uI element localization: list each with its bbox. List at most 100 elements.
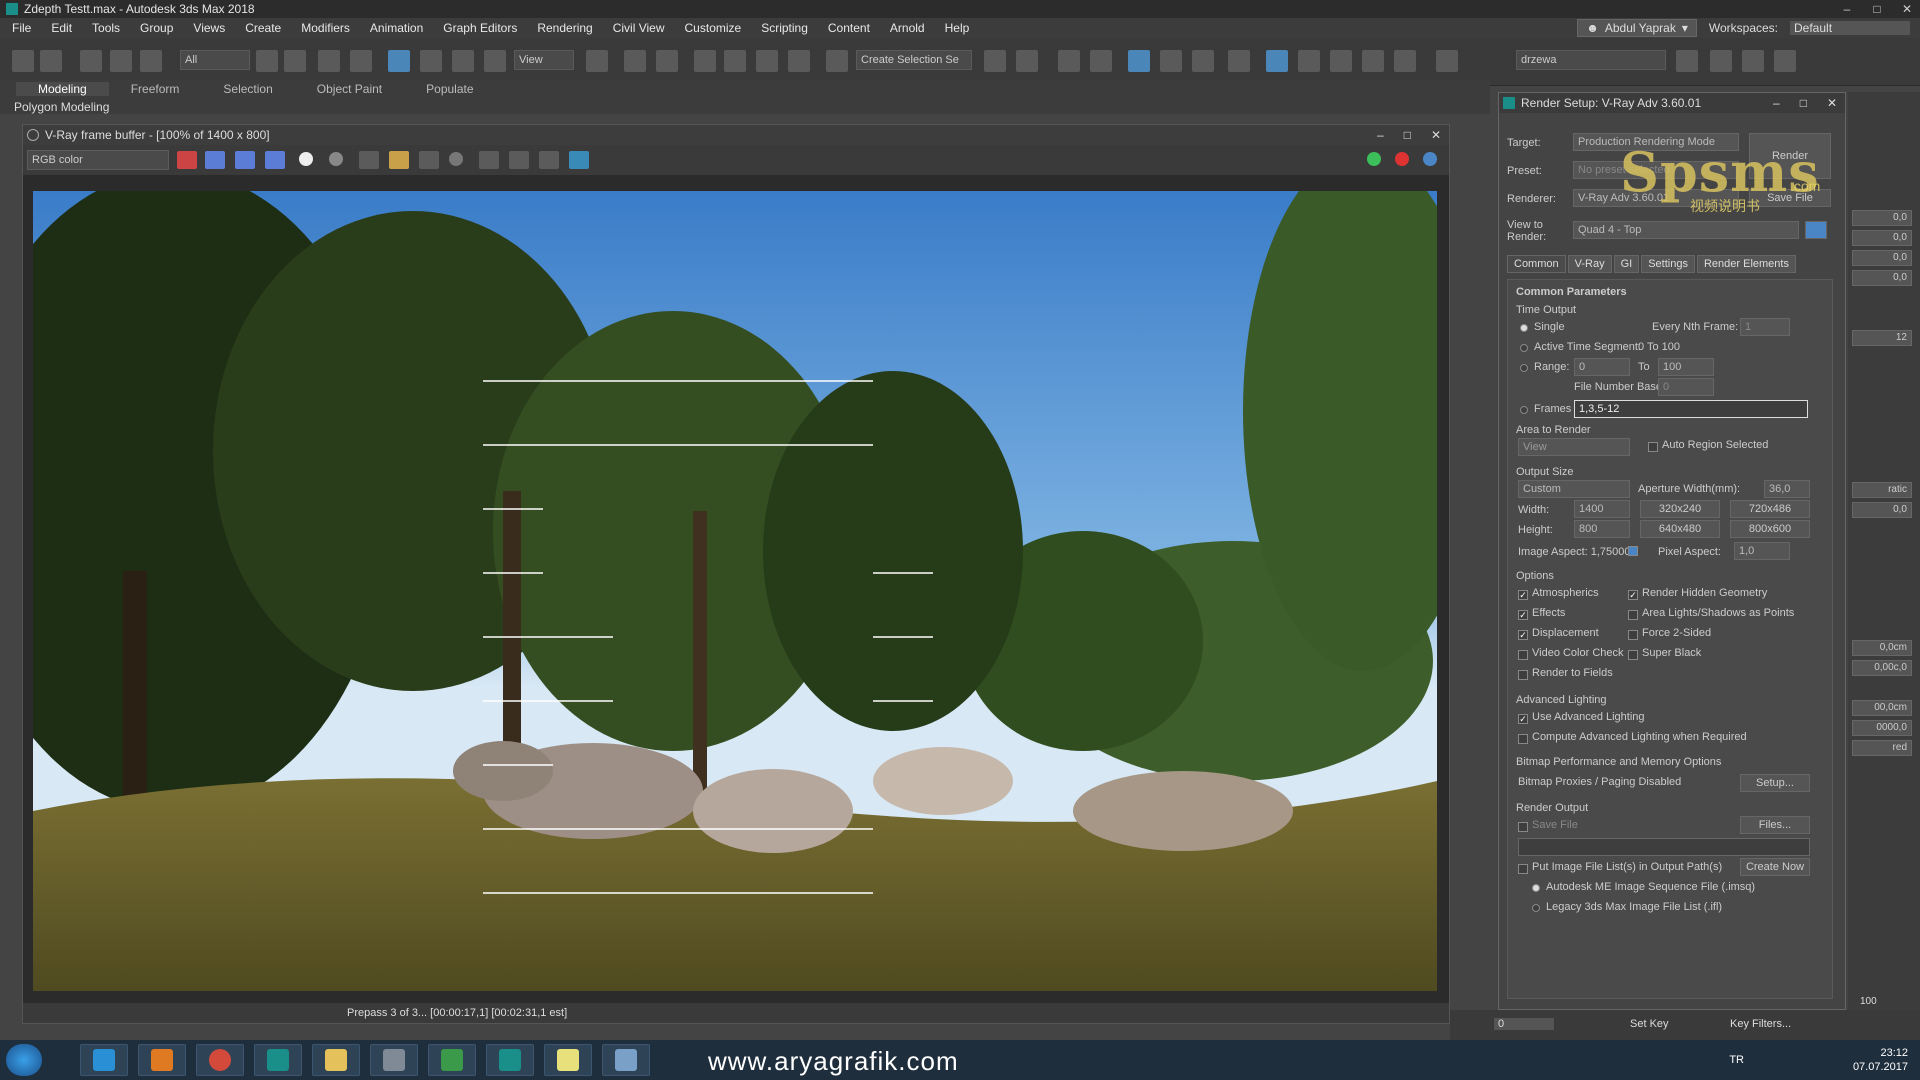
use-advanced-lighting-checkbox[interactable]: ✓ (1518, 714, 1528, 724)
taskbar-camera-icon[interactable] (370, 1044, 418, 1076)
material-editor-icon[interactable] (1228, 50, 1250, 72)
taskbar-chrome-icon[interactable] (196, 1044, 244, 1076)
lens-effects-icon[interactable] (539, 151, 559, 169)
setup-button[interactable]: Setup... (1740, 774, 1810, 792)
cmd-field-7[interactable]: 0,0 (1852, 502, 1912, 518)
follow-mouse-icon[interactable] (509, 151, 529, 169)
tab-modeling[interactable]: Modeling (16, 82, 109, 96)
layer-manager-icon[interactable] (1436, 50, 1458, 72)
select-manipulate-icon[interactable] (624, 50, 646, 72)
compute-advanced-lighting-checkbox[interactable] (1518, 734, 1528, 744)
menu-help[interactable]: Help (939, 21, 984, 35)
taskbar-ie-icon[interactable] (80, 1044, 128, 1076)
layer-props-icon[interactable] (1774, 50, 1796, 72)
files-button[interactable]: Files... (1740, 816, 1810, 834)
unlink-icon[interactable] (110, 50, 132, 72)
view-to-render-dropdown[interactable]: Quad 4 - Top (1573, 221, 1799, 239)
lock-view-icon[interactable] (1805, 221, 1827, 239)
set-key-button[interactable]: Set Key (1630, 1018, 1669, 1030)
tab-populate[interactable]: Populate (404, 82, 495, 96)
autodesk-me-radio[interactable] (1532, 884, 1540, 892)
cmd-field-5[interactable]: 12 (1852, 330, 1912, 346)
maximize-icon[interactable]: □ (1868, 0, 1886, 18)
rect-selection-icon[interactable] (318, 50, 340, 72)
taskbar-3dsmax-icon[interactable] (254, 1044, 302, 1076)
atmospherics-checkbox[interactable]: ✓ (1518, 590, 1528, 600)
selection-filter-dropdown[interactable]: All (180, 50, 250, 70)
tab-freeform[interactable]: Freeform (109, 82, 202, 96)
align-icon[interactable] (1016, 50, 1038, 72)
range-to-input[interactable]: 100 (1658, 358, 1714, 376)
menu-graph-editors[interactable]: Graph Editors (437, 21, 531, 35)
select-by-name-icon[interactable] (284, 50, 306, 72)
select-move-icon[interactable] (388, 50, 410, 72)
auto-region-checkbox[interactable] (1648, 442, 1658, 452)
select-object-icon[interactable] (256, 50, 278, 72)
create-now-button[interactable]: Create Now (1740, 858, 1810, 876)
menu-edit[interactable]: Edit (45, 21, 86, 35)
aperture-input[interactable]: 36,0 (1764, 480, 1810, 498)
placement-icon[interactable] (484, 50, 506, 72)
tab-common[interactable]: Common (1507, 255, 1566, 273)
menu-create[interactable]: Create (239, 21, 295, 35)
alpha-channel-icon[interactable] (299, 152, 313, 166)
tab-selection[interactable]: Selection (201, 82, 294, 96)
layer-explorer-icon[interactable] (1090, 50, 1112, 72)
taskbar-3dsmax-second-icon[interactable] (486, 1044, 534, 1076)
vfb-close-icon[interactable]: ✕ (1431, 125, 1441, 145)
video-color-check-checkbox[interactable] (1518, 650, 1528, 660)
rs-close-icon[interactable]: ✕ (1827, 93, 1837, 113)
stop-render-icon[interactable] (1395, 152, 1409, 166)
cmd-field-9[interactable]: 0,00c,0 (1852, 660, 1912, 676)
pixel-aspect-input[interactable]: 1,0 (1734, 542, 1790, 560)
range-radio[interactable] (1520, 364, 1528, 372)
taskbar-notepad-icon[interactable] (428, 1044, 476, 1076)
frames-input[interactable]: 1,3,5-12 (1574, 400, 1808, 418)
save-file-checkbox[interactable] (1518, 822, 1528, 832)
vfb-minimize-icon[interactable]: – (1377, 125, 1384, 145)
channel-dropdown[interactable]: RGB color (27, 150, 169, 170)
single-radio[interactable] (1520, 324, 1528, 332)
menu-customize[interactable]: Customize (679, 21, 756, 35)
preset-640x480-button[interactable]: 640x480 (1640, 520, 1720, 538)
active-segment-radio[interactable] (1520, 344, 1528, 352)
reference-coordinate-dropdown[interactable]: View (514, 50, 574, 70)
history-icon[interactable] (569, 151, 589, 169)
tab-object-paint[interactable]: Object Paint (295, 82, 404, 96)
angle-snap-icon[interactable] (724, 50, 746, 72)
cmd-field-12[interactable]: red (1852, 740, 1912, 756)
schematic-view-icon[interactable] (1192, 50, 1214, 72)
output-size-dropdown[interactable]: Custom (1518, 480, 1630, 498)
menu-modifiers[interactable]: Modifiers (295, 21, 364, 35)
curve-editor-icon[interactable] (1160, 50, 1182, 72)
rs-maximize-icon[interactable]: □ (1800, 93, 1807, 113)
menu-civil-view[interactable]: Civil View (607, 21, 679, 35)
workspace-select[interactable]: Default (1790, 21, 1910, 35)
render-refresh-icon[interactable] (1367, 152, 1381, 166)
close-icon[interactable]: ✕ (1898, 0, 1916, 18)
keyboard-shortcut-icon[interactable] (656, 50, 678, 72)
hidden-geometry-checkbox[interactable]: ✓ (1628, 590, 1638, 600)
language-indicator[interactable]: TR (1729, 1054, 1744, 1066)
add-to-layer-icon[interactable] (1710, 50, 1732, 72)
rs-minimize-icon[interactable]: – (1773, 93, 1780, 113)
tab-settings[interactable]: Settings (1641, 255, 1695, 273)
scene-explorer-icon[interactable] (1058, 50, 1080, 72)
taskbar-pin-icon[interactable] (602, 1044, 650, 1076)
color-corrections-icon[interactable] (177, 151, 197, 169)
region-render-icon[interactable] (479, 151, 499, 169)
preset-800x600-button[interactable]: 800x600 (1730, 520, 1810, 538)
force-2-sided-checkbox[interactable] (1628, 630, 1638, 640)
green-channel-icon[interactable] (235, 151, 255, 169)
red-channel-icon[interactable] (205, 151, 225, 169)
menu-content[interactable]: Content (822, 21, 884, 35)
key-filters-button[interactable]: Key Filters... (1730, 1018, 1791, 1030)
range-from-input[interactable]: 0 (1574, 358, 1630, 376)
render-to-fields-checkbox[interactable] (1518, 670, 1528, 680)
mono-channel-icon[interactable] (329, 152, 343, 166)
menu-file[interactable]: File (6, 21, 45, 35)
taskbar-sticky-notes-icon[interactable] (544, 1044, 592, 1076)
menu-tools[interactable]: Tools (86, 21, 134, 35)
render-setup-icon[interactable] (1266, 50, 1288, 72)
save-image-icon[interactable] (359, 151, 379, 169)
